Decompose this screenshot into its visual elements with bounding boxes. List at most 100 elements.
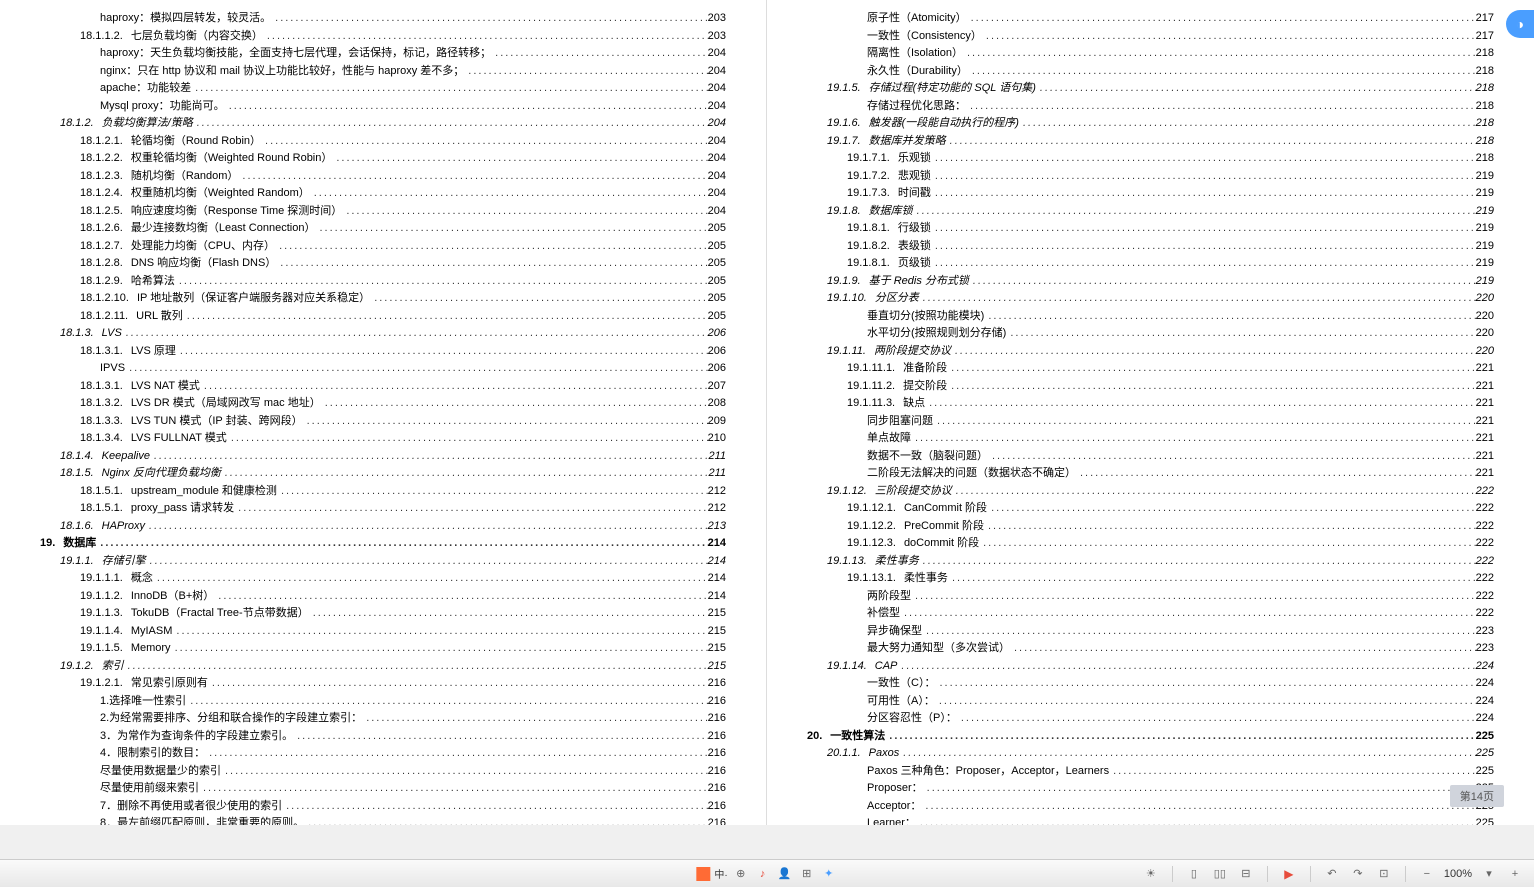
page-left[interactable]: haproxy：模拟四层转发，较灵活。20318.1.1.2.七层负载均衡（内容… <box>0 0 767 825</box>
toc-entry[interactable]: 19.1.7.2.悲观锁219 <box>807 168 1494 185</box>
toc-entry[interactable]: 3．为常作为查询条件的字段建立索引。216 <box>40 728 726 745</box>
toc-entry[interactable]: 18.1.5.Nginx 反向代理负载均衡211 <box>40 465 726 482</box>
toc-entry[interactable]: 19.1.7.3.时间戳219 <box>807 185 1494 202</box>
toc-entry[interactable]: 18.1.2.9.哈希算法205 <box>40 273 726 290</box>
toc-entry[interactable]: 18.1.2.1.轮循均衡（Round Robin）204 <box>40 133 726 150</box>
toc-entry[interactable]: 18.1.3.1.LVS NAT 模式207 <box>40 378 726 395</box>
toc-entry[interactable]: 数据不一致（脑裂问题）221 <box>807 448 1494 465</box>
toc-entry[interactable]: 19.1.9.基于 Redis 分布式锁219 <box>807 273 1494 290</box>
toc-entry[interactable]: 永久性（Durability）218 <box>807 63 1494 80</box>
toc-entry[interactable]: 18.1.6.HAProxy213 <box>40 518 726 535</box>
toc-entry[interactable]: 19.1.1.1.概念214 <box>40 570 726 587</box>
toc-entry[interactable]: 补偿型222 <box>807 605 1494 622</box>
tool-icon-2[interactable]: ♪ <box>754 865 772 883</box>
toc-entry[interactable]: Learner：225 <box>807 815 1494 825</box>
toc-entry[interactable]: 19.1.7.数据库并发策略218 <box>807 133 1494 150</box>
toc-entry[interactable]: 19.1.5.存储过程(特定功能的 SQL 语句集)218 <box>807 80 1494 97</box>
tool-icon-1[interactable]: ⊕ <box>732 865 750 883</box>
toc-entry[interactable]: 20.1.1.Paxos225 <box>807 745 1494 762</box>
zoom-level[interactable]: 100% <box>1444 868 1472 880</box>
toc-entry[interactable]: 最大努力通知型（多次尝试）223 <box>807 640 1494 657</box>
toc-entry[interactable]: 单点故障221 <box>807 430 1494 447</box>
toc-entry[interactable]: 18.1.2.11.URL 散列205 <box>40 308 726 325</box>
tool-icon-3[interactable]: 👤 <box>776 865 794 883</box>
toc-entry[interactable]: 19.1.8.2.表级锁219 <box>807 238 1494 255</box>
toc-entry[interactable]: 18.1.5.1.proxy_pass 请求转发212 <box>40 500 726 517</box>
toc-entry[interactable]: 19.1.11.两阶段提交协议220 <box>807 343 1494 360</box>
zoom-in-icon[interactable]: + <box>1506 865 1524 883</box>
nav-up-icon[interactable]: ▶ <box>1280 865 1298 883</box>
toc-entry[interactable]: 19.1.2.1.常见索引原则有216 <box>40 675 726 692</box>
toc-entry[interactable]: 7．删除不再使用或者很少使用的索引216 <box>40 798 726 815</box>
brightness-icon[interactable]: ☀ <box>1142 865 1160 883</box>
toc-entry[interactable]: 19.1.14.CAP224 <box>807 658 1494 675</box>
toc-entry[interactable]: 18.1.2.10.IP 地址散列（保证客户端服务器对应关系稳定）205 <box>40 290 726 307</box>
toc-entry[interactable]: 19.1.12.三阶段提交协议222 <box>807 483 1494 500</box>
toc-entry[interactable]: 分区容忍性（P）：224 <box>807 710 1494 727</box>
toc-entry[interactable]: 19.1.1.4.MyIASM215 <box>40 623 726 640</box>
view-continuous-icon[interactable]: ⊟ <box>1237 865 1255 883</box>
toc-entry[interactable]: 垂直切分(按照功能模块)220 <box>807 308 1494 325</box>
toc-entry[interactable]: Paxos 三种角色：Proposer，Acceptor，Learners225 <box>807 763 1494 780</box>
rotate-left-icon[interactable]: ↶ <box>1323 865 1341 883</box>
toc-entry[interactable]: 可用性（A）：224 <box>807 693 1494 710</box>
toc-entry[interactable]: 18.1.3.4.LVS FULLNAT 模式210 <box>40 430 726 447</box>
toc-entry[interactable]: 19.1.6.触发器(一段能自动执行的程序)218 <box>807 115 1494 132</box>
toc-entry[interactable]: 19.1.8.1.行级锁219 <box>807 220 1494 237</box>
toc-entry[interactable]: 2.为经常需要排序、分组和联合操作的字段建立索引：216 <box>40 710 726 727</box>
toc-entry[interactable]: 尽量使用数据量少的索引216 <box>40 763 726 780</box>
tool-icon-4[interactable]: ⊞ <box>798 865 816 883</box>
fit-width-icon[interactable]: ⊡ <box>1375 865 1393 883</box>
toc-entry[interactable]: 19.1.12.2.PreCommit 阶段222 <box>807 518 1494 535</box>
toc-entry[interactable]: haproxy：模拟四层转发，较灵活。203 <box>40 10 726 27</box>
toc-entry[interactable]: 一致性（C）：224 <box>807 675 1494 692</box>
toc-entry[interactable]: 19.1.2.索引215 <box>40 658 726 675</box>
toc-entry[interactable]: 18.1.2.2.权重轮循均衡（Weighted Round Robin）204 <box>40 150 726 167</box>
tool-icon-5[interactable]: ✦ <box>820 865 838 883</box>
toc-entry[interactable]: 19.1.1.存储引擎214 <box>40 553 726 570</box>
toc-entry[interactable]: 19.1.11.1.准备阶段221 <box>807 360 1494 377</box>
toolbar-text-icon[interactable]: 中· <box>714 866 727 881</box>
toc-entry[interactable]: 18.1.2.6.最少连接数均衡（Least Connection）205 <box>40 220 726 237</box>
view-dual-icon[interactable]: ▯▯ <box>1211 865 1229 883</box>
page-right[interactable]: 原子性（Atomicity）217一致性（Consistency）217隔离性（… <box>767 0 1534 825</box>
toc-entry[interactable]: 19.1.7.1.乐观锁218 <box>807 150 1494 167</box>
toc-entry[interactable]: 尽量使用前缀来索引216 <box>40 780 726 797</box>
toc-entry[interactable]: 19.1.10.分区分表220 <box>807 290 1494 307</box>
toc-entry[interactable]: 19.1.12.1.CanCommit 阶段222 <box>807 500 1494 517</box>
toc-entry[interactable]: 18.1.2.4.权重随机均衡（Weighted Random）204 <box>40 185 726 202</box>
rotate-right-icon[interactable]: ↷ <box>1349 865 1367 883</box>
toc-entry[interactable]: Proposer：225 <box>807 780 1494 797</box>
toc-entry[interactable]: 20.一致性算法225 <box>807 728 1494 745</box>
toc-entry[interactable]: 1.选择唯一性索引216 <box>40 693 726 710</box>
toc-entry[interactable]: 19.1.1.3.TokuDB（Fractal Tree-节点带数据）215 <box>40 605 726 622</box>
toc-entry[interactable]: apache：功能较差204 <box>40 80 726 97</box>
toc-entry[interactable]: haproxy：天生负载均衡技能，全面支持七层代理，会话保持，标记，路径转移；2… <box>40 45 726 62</box>
toc-entry[interactable]: 19.1.13.柔性事务222 <box>807 553 1494 570</box>
toc-entry[interactable]: 19.1.8.1.页级锁219 <box>807 255 1494 272</box>
toc-entry[interactable]: 两阶段型222 <box>807 588 1494 605</box>
toc-entry[interactable]: 4．限制索引的数目：216 <box>40 745 726 762</box>
toc-entry[interactable]: 19.1.12.3.doCommit 阶段222 <box>807 535 1494 552</box>
toc-entry[interactable]: 同步阻塞问题221 <box>807 413 1494 430</box>
toc-entry[interactable]: 18.1.3.LVS206 <box>40 325 726 342</box>
toc-entry[interactable]: 水平切分(按照规则划分存储)220 <box>807 325 1494 342</box>
toc-entry[interactable]: Acceptor：225 <box>807 798 1494 815</box>
toc-entry[interactable]: IPVS206 <box>40 360 726 377</box>
toc-entry[interactable]: 18.1.2.7.处理能力均衡（CPU、内存）205 <box>40 238 726 255</box>
toc-entry[interactable]: Mysql proxy：功能尚可。204 <box>40 98 726 115</box>
toc-entry[interactable]: 18.1.1.2.七层负载均衡（内容交换）203 <box>40 28 726 45</box>
toc-entry[interactable]: 18.1.2.8.DNS 响应均衡（Flash DNS）205 <box>40 255 726 272</box>
side-panel-toggle[interactable]: ◑ <box>1506 10 1534 38</box>
toc-entry[interactable]: 18.1.2.3.随机均衡（Random）204 <box>40 168 726 185</box>
toc-entry[interactable]: 18.1.5.1.upstream_module 和健康检测212 <box>40 483 726 500</box>
zoom-out-icon[interactable]: − <box>1418 865 1436 883</box>
toc-entry[interactable]: nginx：只在 http 协议和 mail 协议上功能比较好，性能与 hapr… <box>40 63 726 80</box>
toc-entry[interactable]: 19.1.1.2.InnoDB（B+树）214 <box>40 588 726 605</box>
toc-entry[interactable]: 18.1.3.1.LVS 原理206 <box>40 343 726 360</box>
toc-entry[interactable]: 19.数据库214 <box>40 535 726 552</box>
toc-entry[interactable]: 19.1.13.1.柔性事务222 <box>807 570 1494 587</box>
toc-entry[interactable]: 19.1.11.2.提交阶段221 <box>807 378 1494 395</box>
toc-entry[interactable]: 18.1.3.2.LVS DR 模式（局域网改写 mac 地址）208 <box>40 395 726 412</box>
toc-entry[interactable]: 19.1.8.数据库锁219 <box>807 203 1494 220</box>
